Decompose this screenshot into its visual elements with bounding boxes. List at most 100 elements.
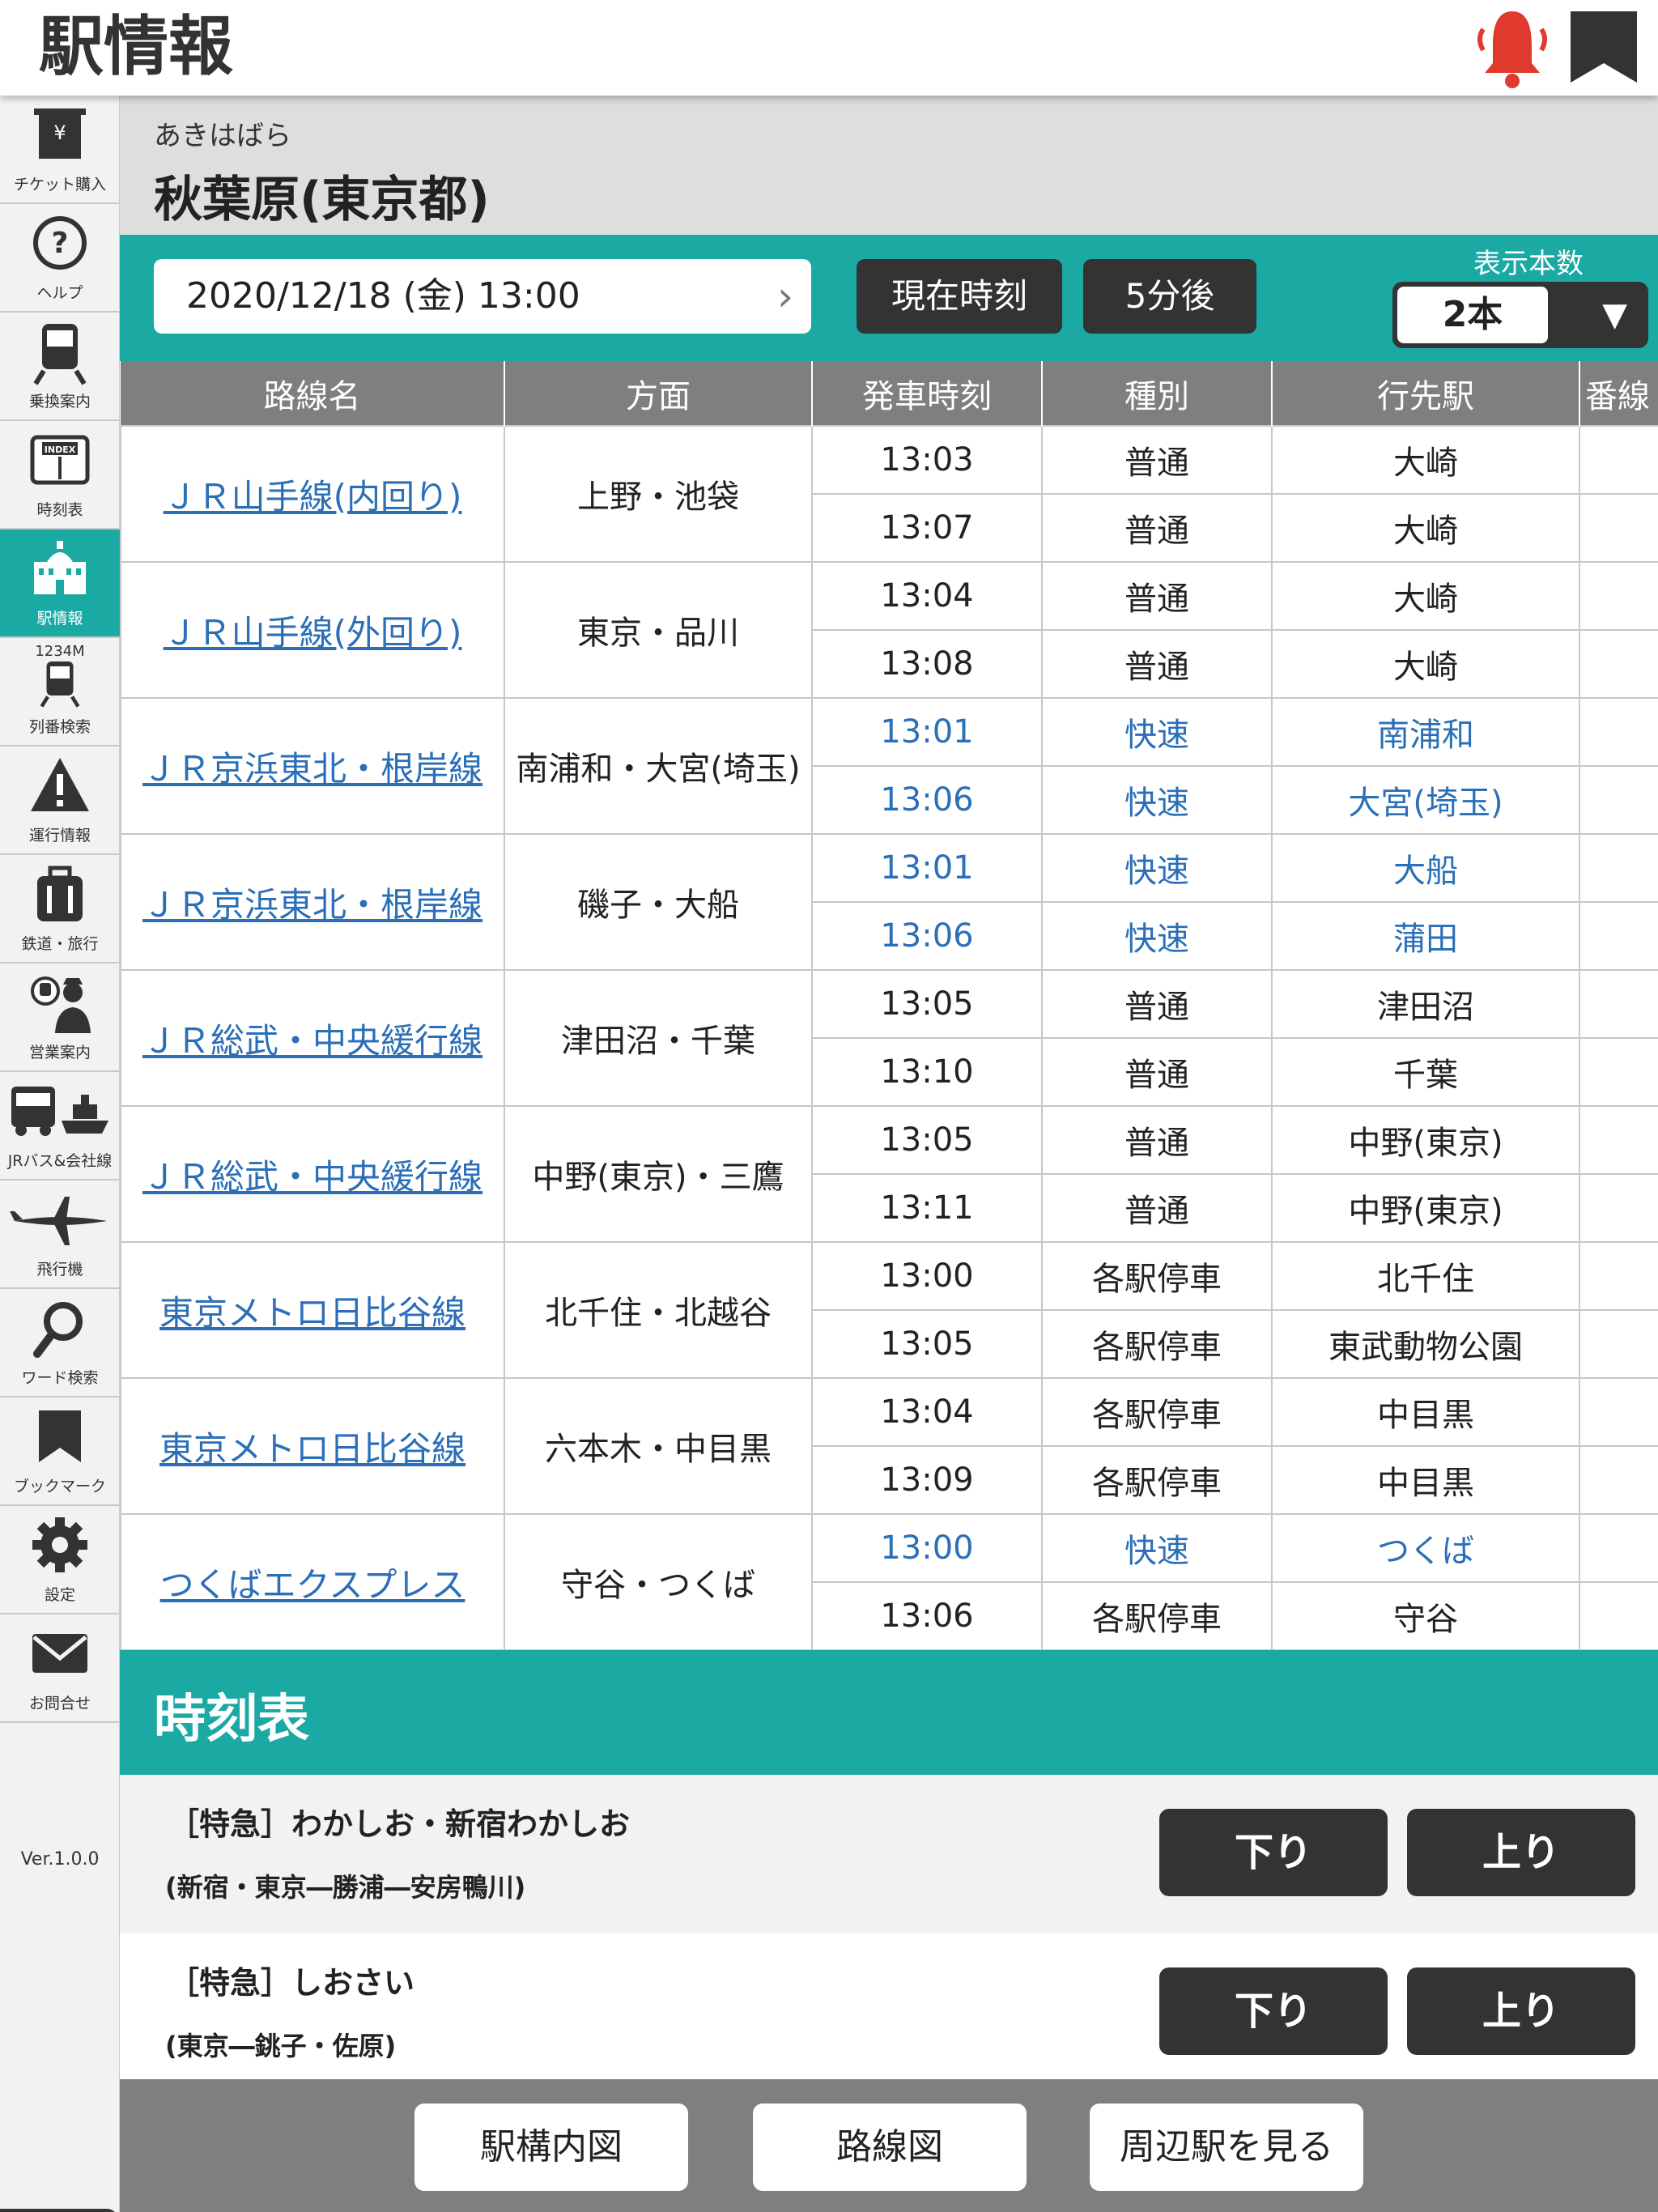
destination-cell: 大崎 — [1271, 561, 1580, 631]
line-link[interactable]: ＪＲ京浜東北・根岸線 — [142, 885, 483, 925]
train-type-cell: 快速 — [1041, 901, 1273, 971]
destination-cell: 大崎 — [1271, 425, 1580, 495]
down-button[interactable]: 下り — [1159, 1809, 1388, 1896]
down-button[interactable]: 下り — [1159, 1967, 1388, 2055]
bell-icon[interactable] — [1472, 5, 1553, 89]
sidebar-item-contact[interactable]: お問合せ — [0, 1614, 120, 1723]
platform-cell — [1579, 629, 1658, 699]
line-cell: ＪＲ山手線(外回り) — [120, 561, 505, 699]
line-link[interactable]: 東京メトロ日比谷線 — [159, 1293, 466, 1333]
timetable-title: 時刻表 — [154, 1690, 309, 1750]
train-type-cell: 普通 — [1041, 1173, 1273, 1243]
up-button[interactable]: 上り — [1407, 1967, 1635, 2055]
sidebar-item-bus[interactable]: JRバス&会社線 — [0, 1072, 120, 1180]
sidebar-item-label: 飛行機 — [36, 1261, 83, 1278]
station-header: あきはばら 秋葉原(東京都) — [120, 96, 1658, 235]
departure-time-cell: 13:01 — [811, 833, 1043, 903]
sidebar: ¥ チケット購入 ? ヘルプ 乗換案内 INDEX 時刻表 駅情報 1234M … — [0, 96, 120, 2212]
timetable-item: ［特急］わかしお・新宿わかしお (新宿・東京―勝浦―安房鴨川) 下り 上り — [120, 1775, 1658, 1933]
sidebar-item-business[interactable]: 営業案内 — [0, 963, 120, 1072]
sidebar-item-ticket[interactable]: ¥ チケット購入 — [0, 96, 120, 204]
train-type-cell: 普通 — [1041, 969, 1273, 1039]
sidebar-item-transfer[interactable]: 乗換案内 — [0, 313, 120, 421]
train-type-cell: 各駅停車 — [1041, 1445, 1273, 1515]
train-type-cell: 各駅停車 — [1041, 1581, 1273, 1651]
nearby-stations-button[interactable]: 周辺駅を見る — [1090, 2104, 1363, 2191]
table-row: ＪＲ総武・中央緩行線 津田沼・千葉 13:05 普通 津田沼 — [120, 969, 1658, 1107]
sidebar-item-airplane[interactable]: 飛行機 — [0, 1180, 120, 1289]
station-reading: あきはばら — [154, 120, 291, 152]
platform-cell — [1579, 1377, 1658, 1447]
datetime-picker[interactable]: 2020/12/18 (金) 13:00 › — [154, 259, 811, 334]
express-route: (東京―銚子・佐原) — [165, 2031, 397, 2061]
destination-cell: 東武動物公園 — [1271, 1309, 1580, 1379]
sidebar-item-train-number[interactable]: 1234M 列番検索 — [0, 638, 120, 747]
sidebar-item-station-info[interactable]: 駅情報 — [0, 530, 120, 638]
train-type-cell: 各駅停車 — [1041, 1241, 1273, 1311]
platform-cell — [1579, 425, 1658, 495]
destination-cell: 大船 — [1271, 833, 1580, 903]
destination-cell: 南浦和 — [1271, 697, 1580, 767]
departure-time-cell: 13:00 — [811, 1513, 1043, 1583]
header-type: 種別 — [1042, 361, 1273, 426]
table-row: ＪＲ山手線(外回り) 東京・品川 13:04 普通 大崎 — [120, 561, 1658, 699]
line-link[interactable]: ＪＲ山手線(外回り) — [164, 613, 462, 653]
back-button[interactable]: ← 戻る — [0, 2209, 118, 2212]
line-link[interactable]: 東京メトロ日比谷線 — [159, 1429, 466, 1469]
sidebar-item-service-status[interactable]: 運行情報 — [0, 747, 120, 855]
departure-time-cell: 13:03 — [811, 425, 1043, 495]
train-type-cell: 各駅停車 — [1041, 1309, 1273, 1379]
search-icon — [33, 1302, 83, 1358]
sidebar-item-settings[interactable]: 設定 — [0, 1506, 120, 1614]
sidebar-item-travel[interactable]: 鉄道・旅行 — [0, 855, 120, 963]
platform-cell — [1579, 1037, 1658, 1107]
line-link[interactable]: ＪＲ京浜東北・根岸線 — [142, 749, 483, 789]
destination-cell: 蒲田 — [1271, 901, 1580, 971]
platform-cell — [1579, 901, 1658, 971]
plus-5min-button[interactable]: 5分後 — [1083, 259, 1256, 334]
platform-cell — [1579, 833, 1658, 903]
departure-time-cell: 13:11 — [811, 1173, 1043, 1243]
train-number-icon — [40, 661, 80, 708]
display-count-select[interactable]: 2本 ▼ — [1392, 282, 1648, 348]
platform-cell — [1579, 1105, 1658, 1175]
line-link[interactable]: ＪＲ総武・中央緩行線 — [142, 1021, 483, 1061]
line-cell: ＪＲ総武・中央緩行線 — [120, 969, 505, 1107]
app-bar: 駅情報 — [0, 0, 1658, 96]
train-icon — [33, 324, 87, 385]
line-link[interactable]: ＪＲ総武・中央緩行線 — [142, 1157, 483, 1197]
platform-cell — [1579, 969, 1658, 1039]
airplane-icon — [10, 1197, 107, 1245]
destination-cell: 北千住 — [1271, 1241, 1580, 1311]
departure-time-cell: 13:08 — [811, 629, 1043, 699]
line-link[interactable]: つくばエクスプレス — [160, 1565, 466, 1605]
sidebar-item-label: 乗換案内 — [28, 393, 91, 410]
sidebar-item-word-search[interactable]: ワード検索 — [0, 1289, 120, 1397]
current-time-button[interactable]: 現在時刻 — [857, 259, 1062, 334]
direction-cell: 中野(東京)・三鷹 — [504, 1105, 813, 1243]
platform-cell — [1579, 1581, 1658, 1651]
train-number-sample: 1234M — [35, 643, 85, 660]
page-title: 駅情報 — [39, 9, 233, 84]
route-map-button[interactable]: 路線図 — [753, 2104, 1027, 2191]
app-version: Ver.1.0.0 — [20, 1849, 100, 1870]
destination-cell: つくば — [1271, 1513, 1580, 1583]
sidebar-item-bookmark[interactable]: ブックマーク — [0, 1397, 120, 1506]
timetable-section-header: 時刻表 — [120, 1650, 1658, 1775]
departure-time-cell: 13:09 — [811, 1445, 1043, 1515]
table-row: つくばエクスプレス 守谷・つくば 13:00 快速 つくば — [120, 1513, 1658, 1651]
premises-map-button[interactable]: 駅構内図 — [414, 2104, 688, 2191]
line-cell: つくばエクスプレス — [120, 1513, 505, 1651]
bookmark-icon[interactable] — [1567, 8, 1640, 86]
sidebar-item-help[interactable]: ? ヘルプ — [0, 204, 120, 313]
sidebar-item-label: 運行情報 — [28, 827, 91, 844]
table-row: 東京メトロ日比谷線 北千住・北越谷 13:00 各駅停車 北千住 — [120, 1241, 1658, 1379]
line-link[interactable]: ＪＲ山手線(内回り) — [164, 477, 462, 517]
mail-icon — [32, 1634, 87, 1673]
display-count-value: 2本 — [1397, 287, 1548, 343]
sidebar-item-label: 列番検索 — [28, 718, 91, 736]
up-button[interactable]: 上り — [1407, 1809, 1635, 1896]
bookmark-icon — [39, 1410, 81, 1462]
destination-cell: 大崎 — [1271, 629, 1580, 699]
sidebar-item-timetable[interactable]: INDEX 時刻表 — [0, 421, 120, 530]
